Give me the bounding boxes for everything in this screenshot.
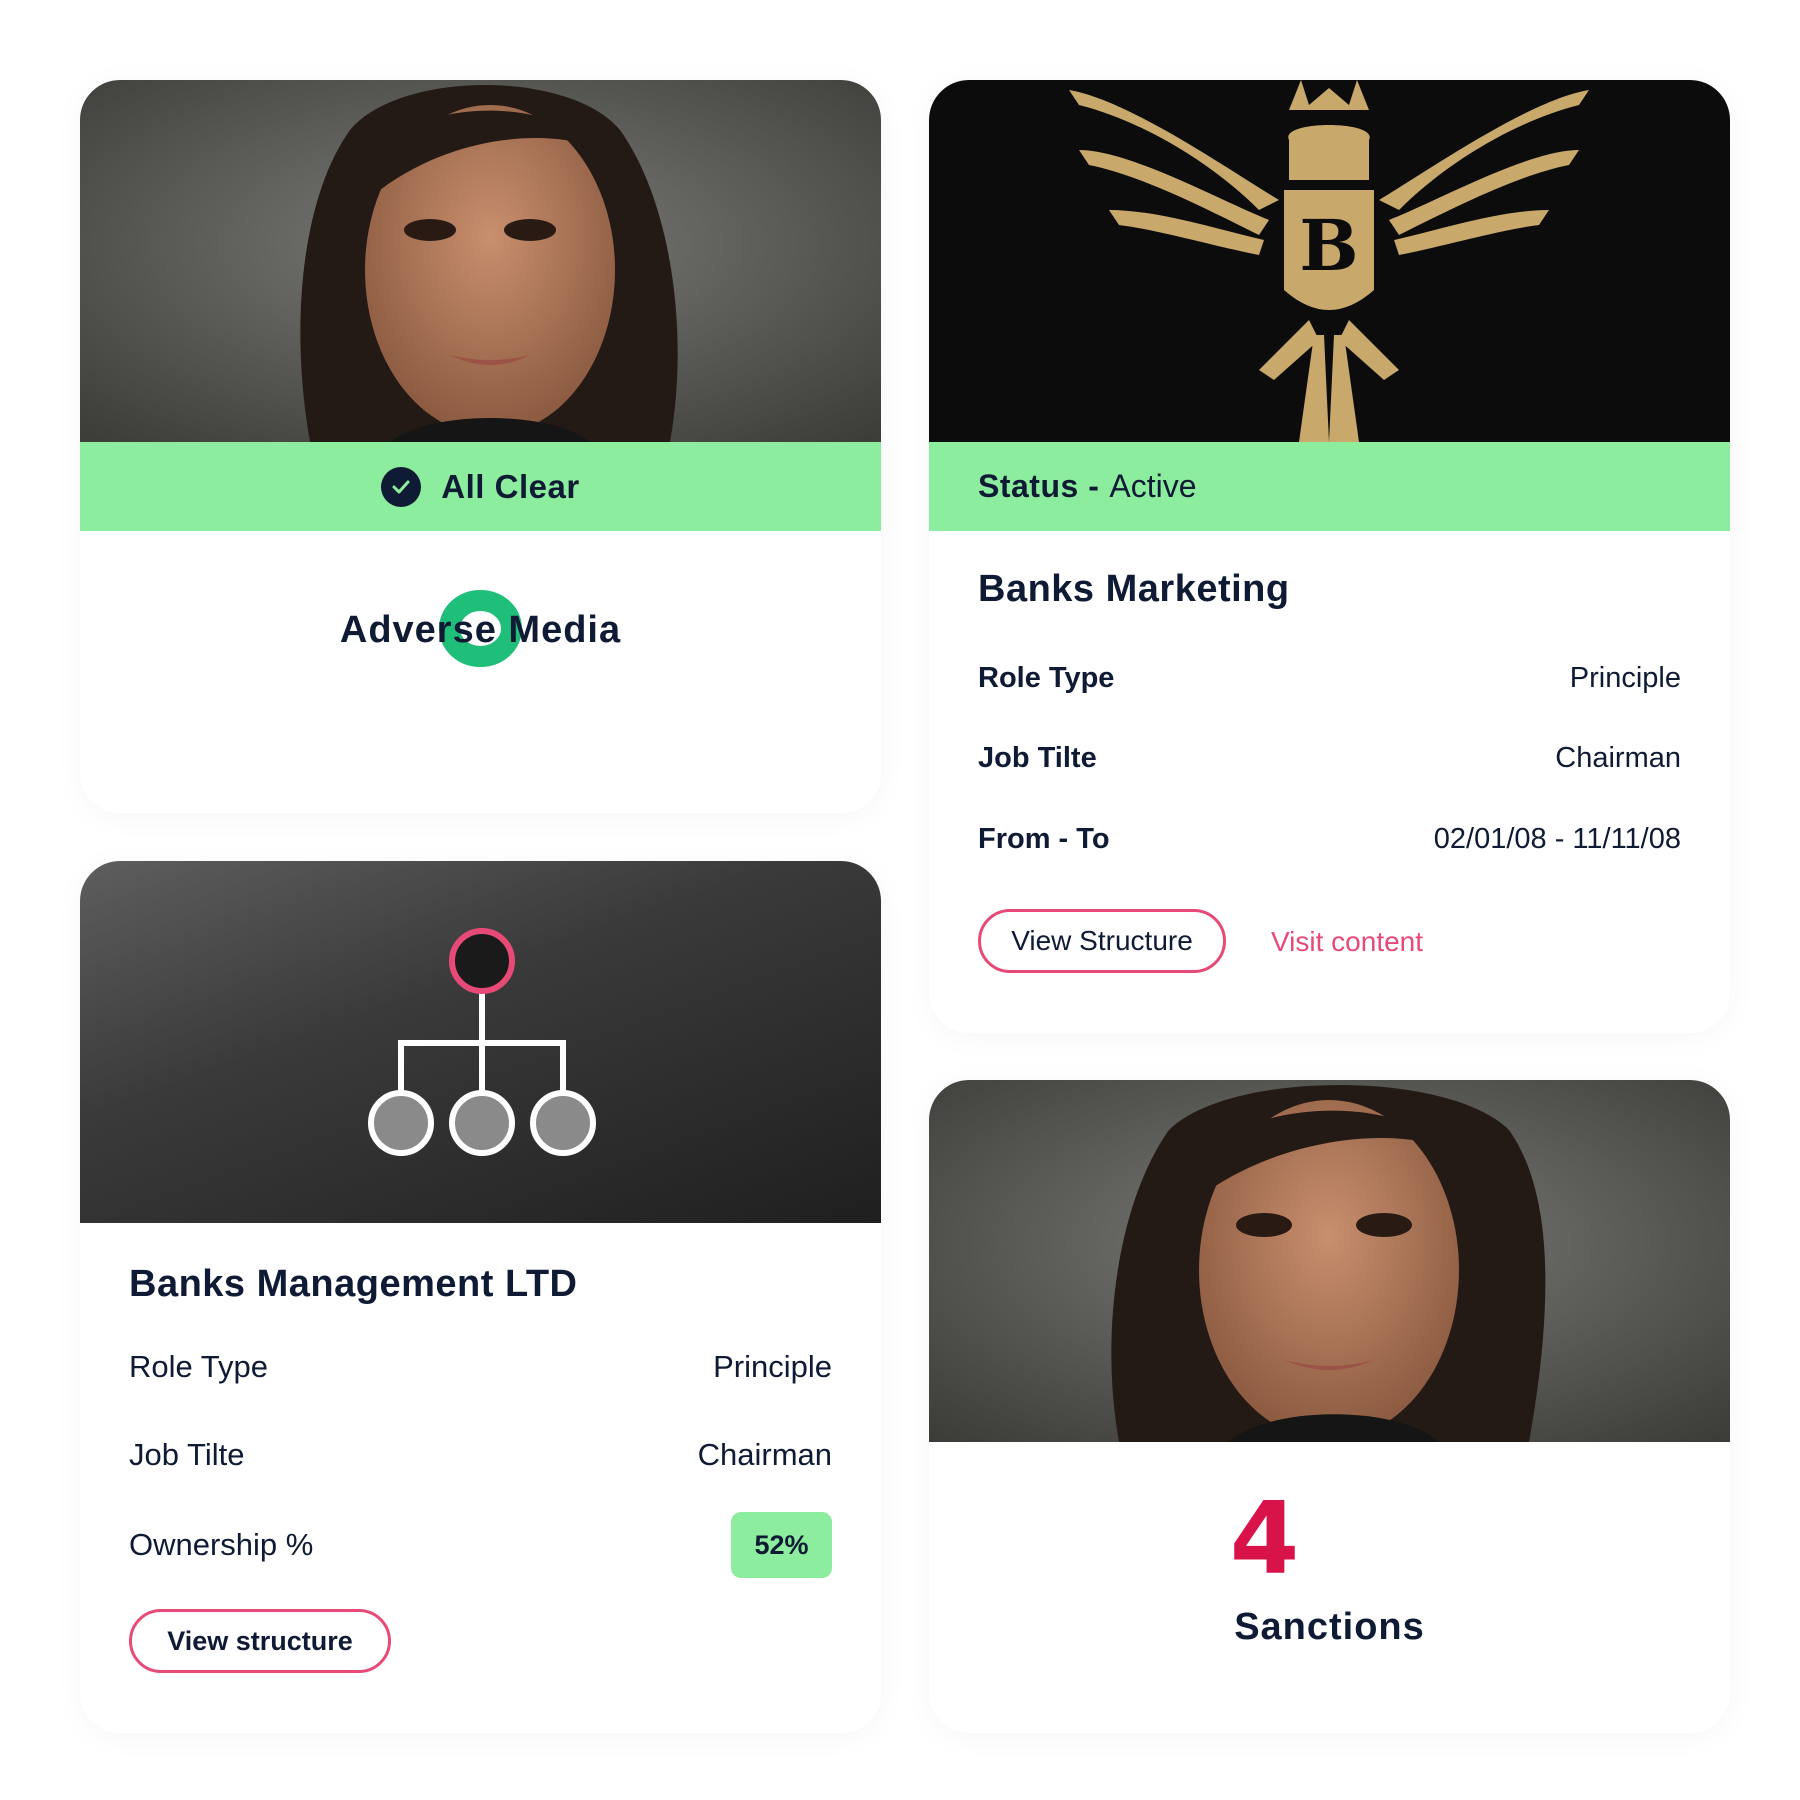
detail-row: Job Tilte Chairman xyxy=(978,742,1681,775)
view-structure-button[interactable]: View Structure xyxy=(978,909,1226,973)
company-title: Banks Marketing xyxy=(978,568,1290,610)
row-key: Job Tilte xyxy=(978,742,1097,774)
row-key: Role Type xyxy=(978,662,1115,694)
view-structure-button[interactable]: View structure xyxy=(129,1609,391,1673)
company-title: Banks Management LTD xyxy=(129,1263,578,1305)
profile-photo xyxy=(80,80,881,442)
row-key: From - To xyxy=(978,823,1110,855)
check-circle-icon xyxy=(381,466,422,507)
detail-row: Job Tilte Chairman xyxy=(129,1437,832,1473)
status-banner: Status - Active xyxy=(929,442,1730,531)
sanctions-count-value: 4 xyxy=(1229,1480,1300,1597)
detail-row: Role Type Principle xyxy=(978,662,1681,695)
adverse-media-label: Adverse Media xyxy=(339,609,622,651)
status-value: Active xyxy=(1109,468,1197,504)
sanctions-card: Sanctions xyxy=(929,1080,1730,1733)
row-key: Role Type xyxy=(129,1349,269,1384)
visit-content-link[interactable]: Visit content xyxy=(1271,926,1423,958)
detail-row: Role Type Principle xyxy=(129,1349,832,1385)
detail-row: From - To 02/01/08 - 11/11/08 xyxy=(978,823,1681,856)
org-chart-panel xyxy=(80,861,881,1223)
sanctions-label: Sanctions xyxy=(1234,1606,1425,1648)
adverse-media-card: All Clear Adverse Media xyxy=(80,80,881,813)
logo-letter: B xyxy=(1299,204,1358,287)
row-value: Chairman xyxy=(697,1437,832,1472)
row-value: Principle xyxy=(1569,662,1681,694)
row-value: 02/01/08 - 11/11/08 xyxy=(1433,823,1681,855)
banks-management-card: Banks Management LTD Role Type Principle… xyxy=(80,861,881,1733)
status-key: Status - xyxy=(978,468,1100,504)
eagle-logo: B xyxy=(929,80,1730,442)
row-value: Principle xyxy=(713,1349,832,1384)
row-key: Job Tilte xyxy=(129,1437,245,1472)
row-value: Chairman xyxy=(1555,742,1681,774)
sanctions-count: 4 xyxy=(0,1480,1800,1597)
all-clear-label: All Clear xyxy=(441,467,580,505)
status-banner: All Clear xyxy=(80,442,881,531)
org-chart-icon xyxy=(368,928,596,1156)
profile-photo xyxy=(929,1080,1730,1442)
banks-marketing-card: B Status - Active Banks Marketing Role T… xyxy=(929,80,1730,1033)
